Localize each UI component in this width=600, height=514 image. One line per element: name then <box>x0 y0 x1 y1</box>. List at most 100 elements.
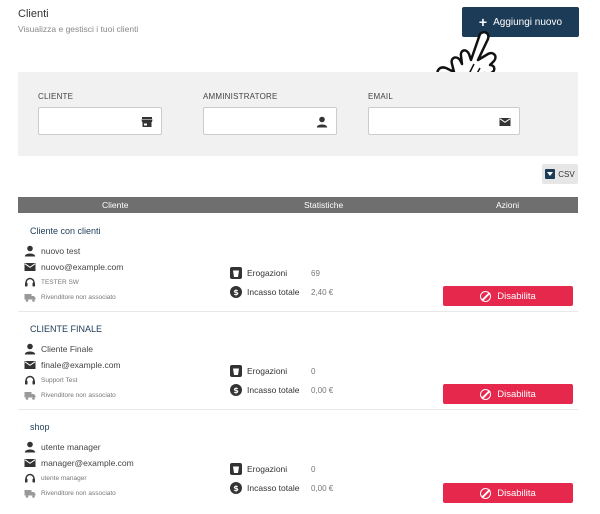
person-icon <box>24 441 36 453</box>
incasso-value: 2,40 € <box>311 287 334 297</box>
stat-erogazioni: Erogazioni 69 <box>230 267 320 279</box>
stat-erogazioni: Erogazioni 0 <box>230 365 315 377</box>
headset-icon <box>25 375 35 385</box>
store-icon <box>141 117 153 127</box>
table-row: shop utente manager manager@example.com … <box>18 410 578 514</box>
truck-icon <box>24 490 36 498</box>
client-name: Cliente con clienti <box>30 226 101 236</box>
disable-button[interactable]: Disabilita <box>443 483 573 503</box>
client-email: finale@example.com <box>41 360 121 370</box>
column-header-cliente: Cliente <box>102 200 129 210</box>
erogazioni-label: Erogazioni <box>247 268 288 278</box>
reseller-status: Rivenditore non associato <box>41 489 116 497</box>
support-line: utente manager <box>24 472 87 484</box>
admin-line: utente manager <box>24 441 101 453</box>
svg-text:$: $ <box>233 484 239 493</box>
reseller-line: Rivenditore non associato <box>24 487 116 499</box>
incasso-label: Incasso totale <box>247 287 300 297</box>
page-subtitle: Visualizza e gestisci i tuoi clienti <box>18 24 139 34</box>
ban-icon <box>480 388 492 400</box>
truck-icon <box>24 294 36 302</box>
client-email: nuovo@example.com <box>41 262 124 272</box>
person-icon <box>316 116 328 128</box>
filter-label: AMMINISTRATORE <box>203 92 278 101</box>
disable-label: Disabilita <box>497 487 536 499</box>
download-icon <box>545 169 556 179</box>
amministratore-filter-input[interactable] <box>203 107 337 135</box>
ban-icon <box>480 487 492 499</box>
mail-icon <box>24 263 36 271</box>
cup-icon <box>230 463 242 475</box>
incasso-value: 0,00 € <box>311 483 334 493</box>
page-title: Clienti <box>18 8 49 20</box>
mail-icon <box>24 361 36 369</box>
dollar-coin-icon: $ <box>230 384 242 396</box>
svg-text:$: $ <box>233 288 239 297</box>
admin-line: nuovo test <box>24 245 80 257</box>
disable-label: Disabilita <box>497 388 536 400</box>
csv-label: CSV <box>558 169 575 179</box>
dollar-coin-icon: $ <box>230 286 242 298</box>
client-email: manager@example.com <box>41 458 134 468</box>
stat-incasso: $ Incasso totale 0,00 € <box>230 384 333 396</box>
incasso-value: 0,00 € <box>311 385 334 395</box>
reseller-status: Rivenditore non associato <box>41 391 116 399</box>
cup-icon <box>230 267 242 279</box>
admin-line: Cliente Finale <box>24 343 93 355</box>
column-header-statistiche: Statistiche <box>304 200 344 210</box>
filter-email: EMAIL <box>368 92 520 135</box>
email-line: finale@example.com <box>24 359 121 371</box>
erogazioni-label: Erogazioni <box>247 464 288 474</box>
mail-icon <box>24 459 36 467</box>
client-name: shop <box>30 422 50 432</box>
admin-name: utente manager <box>41 442 101 452</box>
person-icon <box>24 343 36 355</box>
disable-button[interactable]: Disabilita <box>443 286 573 306</box>
admin-name: nuovo test <box>41 246 81 256</box>
svg-text:$: $ <box>233 386 239 395</box>
reseller-line: Rivenditore non associato <box>24 291 116 303</box>
support-line: Support Test <box>24 374 77 386</box>
ban-icon <box>480 290 492 302</box>
reseller-line: Rivenditore non associato <box>24 389 116 401</box>
truck-icon <box>24 392 36 400</box>
admin-name: Cliente Finale <box>41 344 93 354</box>
table-row: CLIENTE FINALE Cliente Finale finale@exa… <box>18 312 578 410</box>
cliente-filter-input[interactable] <box>38 107 162 135</box>
erogazioni-value: 69 <box>311 268 320 278</box>
table-row: Cliente con clienti nuovo test nuovo@exa… <box>18 214 578 312</box>
support-line: TESTER SW <box>24 276 79 288</box>
erogazioni-value: 0 <box>311 464 316 474</box>
erogazioni-value: 0 <box>311 366 316 376</box>
filter-amministratore: AMMINISTRATORE <box>203 92 337 135</box>
email-line: manager@example.com <box>24 457 134 469</box>
dollar-coin-icon: $ <box>230 482 242 494</box>
filter-cliente: CLIENTE <box>38 92 162 135</box>
filter-label: EMAIL <box>368 92 394 101</box>
mail-icon <box>499 118 511 126</box>
incasso-label: Incasso totale <box>247 385 300 395</box>
stat-incasso: $ Incasso totale 0,00 € <box>230 482 333 494</box>
page-header: Clienti Visualizza e gestisci i tuoi cli… <box>18 8 138 34</box>
csv-export-button[interactable]: CSV <box>542 164 578 184</box>
headset-icon <box>25 277 35 287</box>
person-icon <box>24 245 36 257</box>
filter-panel: CLIENTE AMMINISTRATORE EMAIL <box>18 72 578 156</box>
filter-label: CLIENTE <box>38 92 74 101</box>
reseller-status: Rivenditore non associato <box>41 293 116 301</box>
incasso-label: Incasso totale <box>247 483 300 493</box>
disable-label: Disabilita <box>497 290 536 302</box>
table-header: Cliente Statistiche Azioni <box>18 197 578 213</box>
support-name: TESTER SW <box>41 278 79 286</box>
erogazioni-label: Erogazioni <box>247 366 288 376</box>
disable-button[interactable]: Disabilita <box>443 384 573 404</box>
support-name: utente manager <box>41 474 87 482</box>
support-name: Support Test <box>41 376 78 384</box>
column-header-azioni: Azioni <box>496 200 520 210</box>
email-filter-input[interactable] <box>368 107 520 135</box>
email-line: nuovo@example.com <box>24 261 123 273</box>
cup-icon <box>230 365 242 377</box>
stat-incasso: $ Incasso totale 2,40 € <box>230 286 333 298</box>
client-name: CLIENTE FINALE <box>30 324 103 334</box>
stat-erogazioni: Erogazioni 0 <box>230 463 315 475</box>
